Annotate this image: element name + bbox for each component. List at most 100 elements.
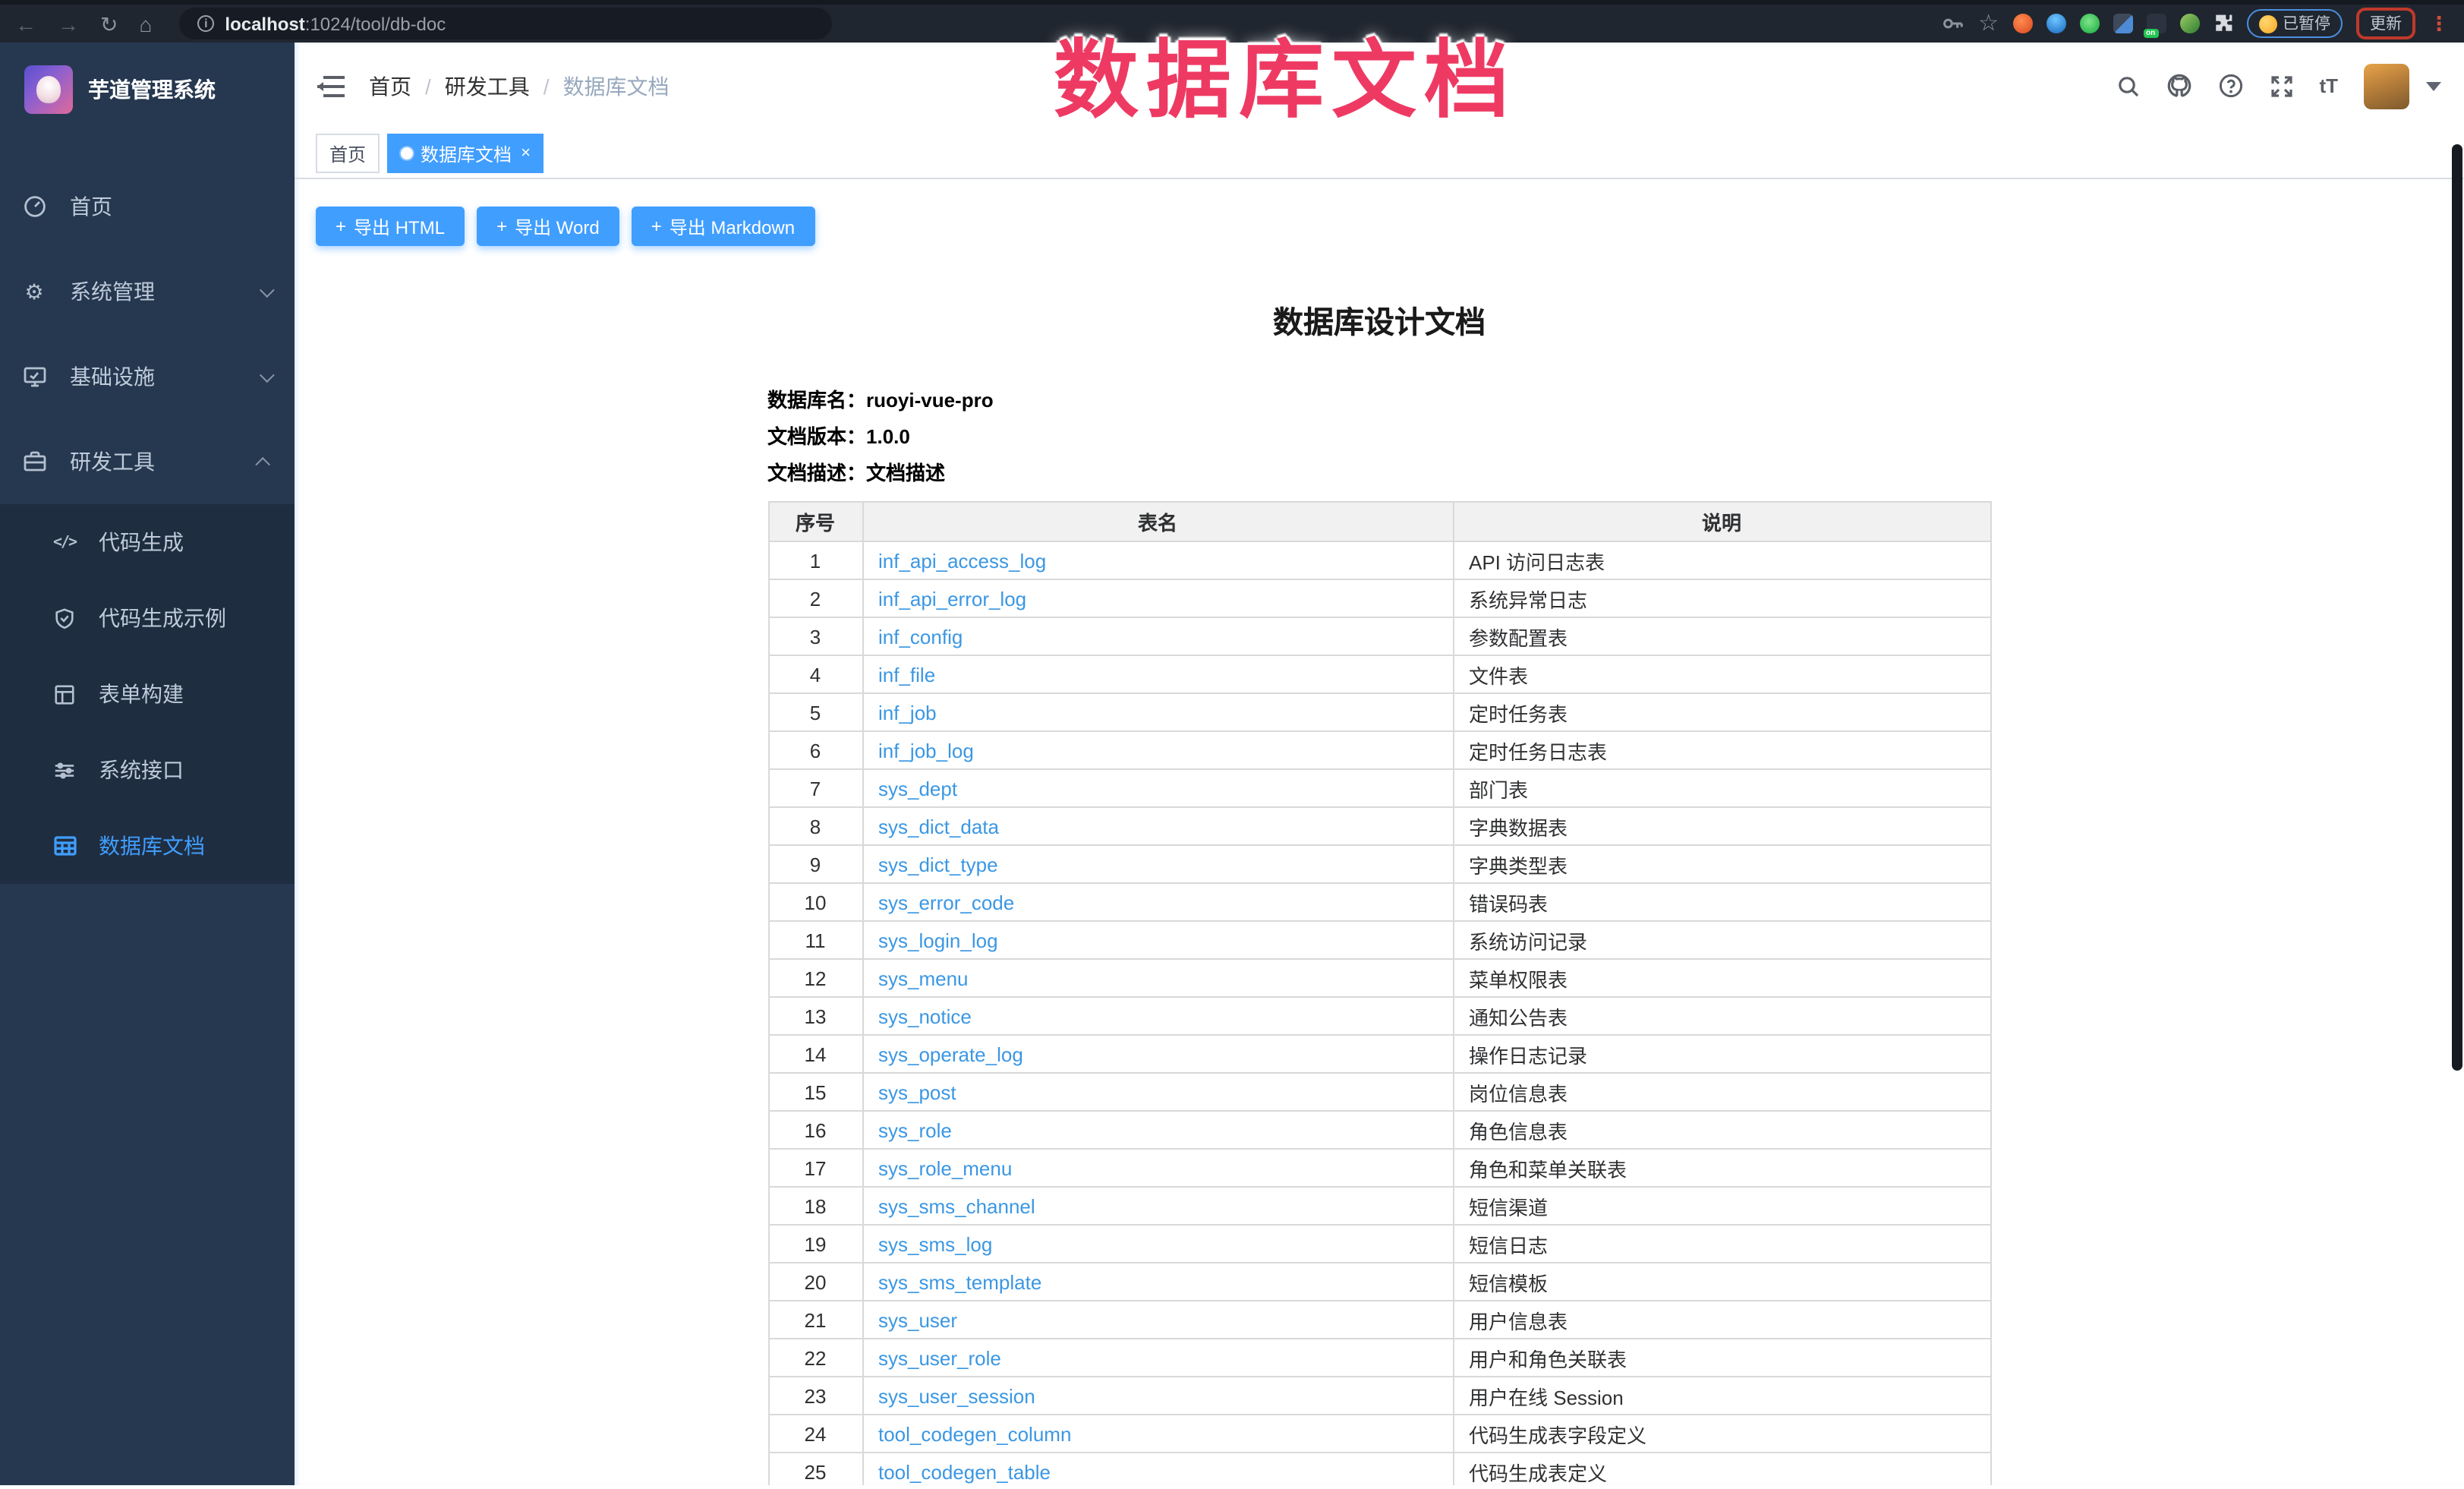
extension-icon[interactable] [2012,14,2032,33]
table-link[interactable]: sys_notice [878,1005,972,1027]
table-row: 6 inf_job_log 定时任务日志表 [768,731,1990,769]
db-name-value: ruoyi-vue-pro [866,389,994,412]
extension-icon[interactable] [2179,14,2199,33]
table-link[interactable]: inf_config [878,625,963,648]
table-link[interactable]: inf_api_access_log [878,549,1046,572]
breadcrumb: 首页 / 研发工具 / 数据库文档 [369,71,670,101]
table-link[interactable]: sys_post [878,1080,956,1103]
forward-icon[interactable]: → [58,13,79,34]
sidebar-item-form-builder[interactable]: 表单构建 [0,656,295,732]
row-number: 22 [768,1339,862,1377]
row-number: 8 [768,807,862,845]
row-description: API 访问日志表 [1453,541,1990,579]
row-description: 通知公告表 [1453,997,1990,1035]
table-row: 20 sys_sms_template 短信模板 [768,1263,1990,1301]
kebab-menu-icon[interactable]: ⋮ [2429,11,2449,36]
sidebar-item-system[interactable]: ⚙ 系统管理 [0,249,295,334]
table-link[interactable]: tool_codegen_column [878,1422,1071,1445]
extension-icon[interactable] [2113,14,2132,33]
github-icon[interactable] [2166,73,2191,99]
reload-icon[interactable]: ↻ [100,13,118,34]
row-description: 错误码表 [1453,883,1990,921]
table-link[interactable]: sys_login_log [878,929,998,951]
scrollbar-thumb[interactable] [2452,144,2462,1071]
row-number: 21 [768,1301,862,1339]
sidebar-item-infra[interactable]: 基础设施 [0,334,295,419]
sidebar: 芋道管理系统 首页 ⚙ 系统管理 基础设 [0,43,295,1485]
app-logo[interactable]: 芋道管理系统 [0,43,295,137]
document-title: 数据库设计文档 [767,298,1991,342]
export-html-button[interactable]: +导出 HTML [316,207,465,246]
home-icon[interactable]: ⌂ [139,13,152,34]
table-link[interactable]: tool_codegen_table [878,1460,1051,1483]
key-icon[interactable] [1942,12,1965,35]
paused-badge[interactable]: 已暂停 [2246,9,2343,38]
collapse-sidebar-icon[interactable] [317,75,345,96]
row-number: 6 [768,731,862,769]
table-row: 4 inf_file 文件表 [768,655,1990,693]
breadcrumb-home[interactable]: 首页 [369,71,411,101]
table-link[interactable]: sys_user_session [878,1384,1035,1407]
table-link[interactable]: inf_job_log [878,739,974,762]
table-link[interactable]: sys_role [878,1118,952,1141]
db-document: 数据库设计文档 数据库名：ruoyi-vue-pro 文档版本：1.0.0 文档… [767,298,1991,1485]
row-number: 10 [768,883,862,921]
tab-db-doc[interactable]: 数据库文档 × [387,134,544,173]
extensions-puzzle-icon[interactable] [2213,14,2232,33]
close-icon[interactable]: × [521,145,531,162]
table-link[interactable]: sys_user_role [878,1346,1001,1369]
table-link[interactable]: sys_dept [878,777,957,800]
table-link[interactable]: sys_error_code [878,891,1014,913]
row-description: 操作日志记录 [1453,1035,1990,1073]
document-info: 数据库名：ruoyi-vue-pro 文档版本：1.0.0 文档描述：文档描述 [767,384,1991,486]
table-link[interactable]: sys_dict_type [878,853,998,875]
table-row: 16 sys_role 角色信息表 [768,1111,1990,1149]
table-link[interactable]: sys_operate_log [878,1043,1023,1065]
table-link[interactable]: sys_sms_template [878,1270,1041,1293]
table-row: 12 sys_menu 菜单权限表 [768,959,1990,997]
address-bar[interactable]: i localhost:1024/tool/db-doc [179,8,832,39]
table-link[interactable]: sys_role_menu [878,1156,1012,1179]
sidebar-item-home[interactable]: 首页 [0,164,295,249]
table-link[interactable]: sys_menu [878,967,969,989]
table-link[interactable]: sys_dict_data [878,815,999,838]
dashboard-icon [21,194,47,219]
caret-down-icon[interactable] [2426,81,2441,90]
extension-icon[interactable] [2079,14,2099,33]
table-link[interactable]: inf_api_error_log [878,587,1026,610]
export-markdown-button[interactable]: +导出 Markdown [632,207,815,246]
tab-home[interactable]: 首页 [316,134,380,173]
search-icon[interactable] [2116,74,2140,98]
sidebar-item-codegen-demo[interactable]: 代码生成示例 [0,580,295,656]
sidebar-item-devtools[interactable]: 研发工具 [0,419,295,504]
table-row: 21 sys_user 用户信息表 [768,1301,1990,1339]
avatar[interactable] [2364,63,2409,109]
table-row: 3 inf_config 参数配置表 [768,617,1990,655]
font-size-icon[interactable]: tT [2319,74,2338,97]
table-grid-icon [52,834,77,858]
extension-icon[interactable] [2046,14,2065,33]
fullscreen-icon[interactable] [2269,74,2293,98]
app-title: 芋道管理系统 [88,74,216,105]
help-icon[interactable] [2217,73,2243,99]
info-icon[interactable]: i [197,15,214,32]
update-button[interactable]: 更新 [2356,8,2415,39]
row-description: 文件表 [1453,655,1990,693]
table-link[interactable]: sys_sms_log [878,1232,992,1255]
sidebar-item-db-doc[interactable]: 数据库文档 [0,808,295,884]
page-content: +导出 HTML +导出 Word +导出 Markdown 数据库设计文档 数… [295,179,2464,1485]
extension-icon[interactable]: on [2146,14,2166,33]
table-row: 25 tool_codegen_table 代码生成表定义 [768,1453,1990,1485]
sidebar-item-codegen[interactable]: </> 代码生成 [0,504,295,580]
table-link[interactable]: sys_sms_channel [878,1194,1035,1217]
breadcrumb-devtools[interactable]: 研发工具 [445,71,530,101]
bookmark-star-icon[interactable]: ☆ [1978,12,1999,35]
row-description: 定时任务表 [1453,693,1990,731]
table-link[interactable]: inf_file [878,663,935,686]
table-link[interactable]: sys_user [878,1308,957,1331]
back-icon[interactable]: ← [15,13,36,34]
sidebar-item-api[interactable]: 系统接口 [0,732,295,808]
export-word-button[interactable]: +导出 Word [477,207,619,246]
watermark-annotation: 数据库文档 [1054,12,1517,135]
table-link[interactable]: inf_job [878,701,937,724]
